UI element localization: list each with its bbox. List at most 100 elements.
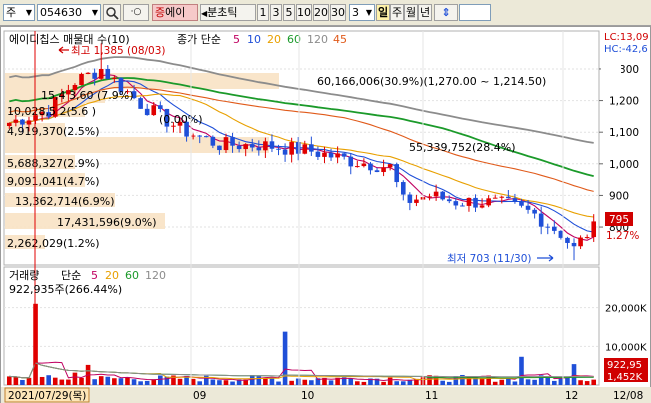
volume-bar [394,381,400,385]
candle-body [381,167,386,173]
volume-tick-label: 10,000K [605,342,647,353]
period-10-button[interactable]: 10 [296,4,312,21]
hc-label: HC:-42,6 [604,44,648,55]
period-1-button[interactable]: 1 [257,4,269,21]
volume-profile-label: (0.00%) [159,113,203,126]
period-3-button[interactable]: 3 [270,4,282,21]
volume-axis: 20,000K 10,000K [605,304,647,354]
volume-bar [210,379,216,385]
candle-body [223,137,229,151]
volume-profile-label: 15,4 3,60 (7.9%) [41,89,134,102]
period-prev-button[interactable]: ◀분초틱 [200,4,256,21]
candle-body [355,166,360,168]
volume-bar [66,379,71,385]
candle-body [322,152,327,157]
volume-profile-label: 9,091,041(4.7%) [7,175,100,188]
stock-chart[interactable]: 60,166,006(30.9%)(1,270.00 ~ 1,214.50) 15… [1,27,651,403]
candle-body [315,151,321,157]
volume-bar [348,378,354,385]
price-tick-label: 1,200 [609,96,639,108]
volume-legend-label: 단순 [61,269,81,282]
candle-body [26,120,32,125]
toolbar: 주 ▼ 054630 ▼ ·○ 증에이 ◀분초틱 1 3 5 10 20 30 3 ▼… [0,0,651,26]
vol-ma5-legend: 5 [91,269,98,282]
candle-body [295,142,301,154]
candle-body [302,144,308,154]
month-tick-label: 11 [425,390,438,402]
chevron-down-icon: ▼ [365,8,372,17]
candle-body [427,196,432,198]
unit-week-button[interactable]: 주 [390,4,404,21]
volume-bar [446,381,452,385]
candle-body [203,136,209,138]
volume-tick-label: 20,000K [605,304,647,315]
stock-name-badge[interactable]: 증에이 [152,4,198,21]
candle-body [565,237,570,243]
candle-body [230,137,235,146]
volume-profile-label: 60,166,006(30.9%)(1,270.00 ~ 1,214.50) [317,75,546,88]
candle-body [558,230,564,238]
option-button[interactable]: ·○ [123,4,149,21]
search-button[interactable] [103,4,121,21]
volume-bar [79,377,84,385]
candle-body [210,136,216,146]
ma45-legend: 45 [333,33,347,46]
cursor-date-label: 2021/07/29(목) [8,390,86,402]
candle-body [492,197,498,199]
candle-body [197,135,203,137]
candle-body [414,199,419,203]
volume-bar [177,378,183,385]
candle-body [348,156,354,167]
candle-body [151,105,157,116]
chevron-down-icon: ▼ [25,8,32,17]
candle-body [486,198,491,206]
candle-body [525,205,531,210]
unit-day-button[interactable]: 일 [376,4,390,21]
candle-body [341,153,347,157]
period-value-select[interactable]: 3 ▼ [349,4,375,21]
last-volume-k-label: 1,452K [607,372,643,383]
period-20-button[interactable]: 20 [313,4,329,21]
x-axis-bar [1,387,651,403]
candle-body [578,237,583,247]
chart-area[interactable]: 60,166,006(30.9%)(1,270.00 ~ 1,214.50) 15… [0,26,651,403]
market-select[interactable]: 주 ▼ [3,4,35,21]
candle-body [20,119,25,125]
volume-bar [578,380,583,385]
candle-body [387,164,393,168]
volume-bar [105,376,111,385]
volume-profile-label: 5,688,327(2.9%) [7,157,100,170]
unit-month-button[interactable]: 월 [404,4,418,21]
vol-ma20-legend: 20 [105,269,119,282]
volume-bar [355,381,360,385]
candle-body [519,201,524,206]
candle-body [368,163,373,171]
stock-code-input[interactable]: 054630 ▼ [37,4,101,21]
period-30-button[interactable]: 30 [330,4,346,21]
volume-bar [584,381,590,385]
volume-profile-label: 17,431,596(9.0%) [57,216,157,229]
ma20-legend: 20 [267,33,281,46]
volume-bar [125,377,130,385]
volume-bar [256,376,262,385]
period-5-button[interactable]: 5 [283,4,295,21]
extra-input[interactable] [459,4,491,21]
vol-ma60-legend: 60 [125,269,139,282]
volume-bar [440,380,445,385]
volume-bar [197,381,203,385]
updown-toggle-button[interactable]: ⇕ [434,4,458,21]
up-down-arrow-icon: ⇕ [441,6,451,19]
candle-body [532,209,537,214]
candle-body [552,226,557,231]
candle-body [506,196,511,199]
unit-year-button[interactable]: 년 [418,4,432,21]
volume-profile-label: 13,362,714(6.9%) [15,195,115,208]
candle-body [479,205,485,208]
volume-bar [98,376,104,385]
volume-bar [164,376,170,385]
price-tick-label: 1,100 [609,127,639,139]
ma5-legend: 5 [233,33,240,46]
candle-body [138,98,143,109]
low-price-label: 최저 703 (11/30) [447,253,532,265]
candle-body [538,213,544,227]
